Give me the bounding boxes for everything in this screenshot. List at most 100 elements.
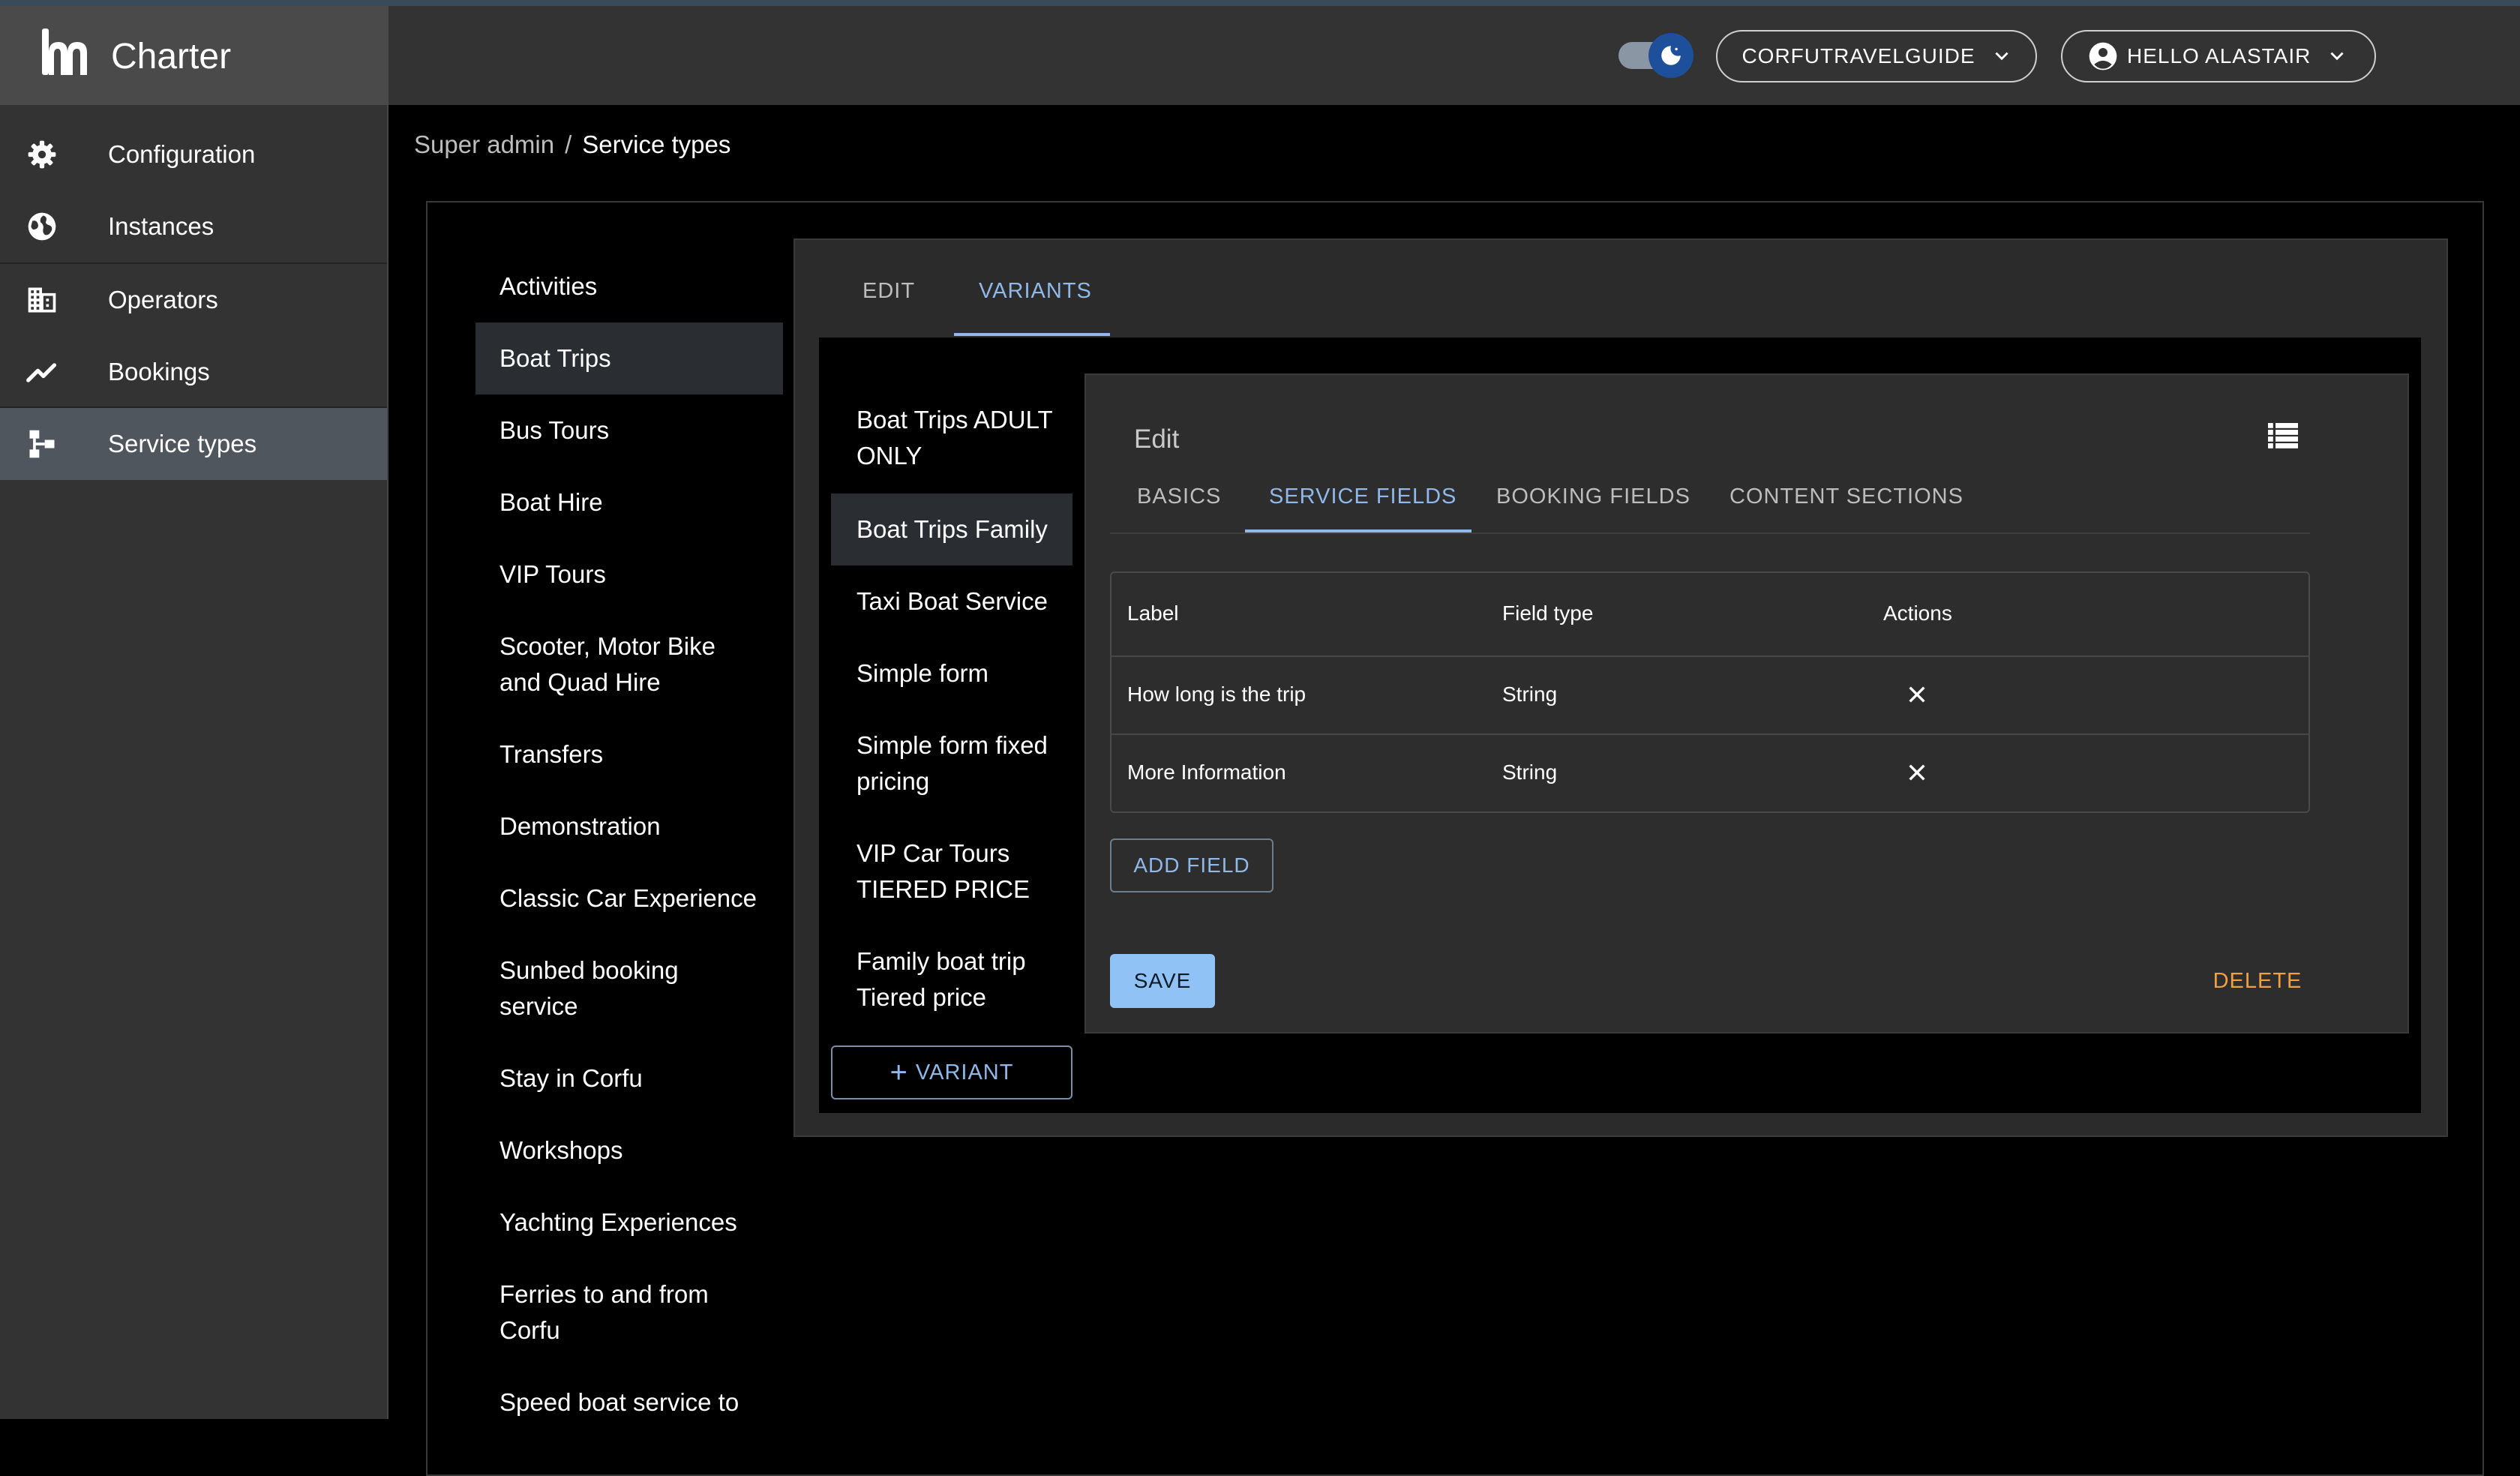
breadcrumb-current: Service types — [582, 130, 731, 158]
sidebar-item-instances[interactable]: Instances — [0, 190, 387, 262]
service-type-item[interactable]: Stay in Corfu — [476, 1060, 783, 1096]
trending-icon — [26, 363, 57, 382]
variant-item[interactable]: Family boat trip Tiered price — [831, 944, 1072, 1016]
breadcrumb-separator: / — [565, 130, 572, 158]
moon-icon — [1661, 46, 1681, 65]
service-type-item[interactable]: Boat Hire — [476, 484, 783, 520]
service-type-label: Scooter, Motor Bike and Quad Hire — [500, 632, 716, 696]
breadcrumb-parent[interactable]: Super admin — [414, 130, 554, 158]
variant-item[interactable]: Simple form fixed pricing — [831, 728, 1072, 800]
variant-item[interactable]: Simple form — [831, 656, 1072, 692]
service-type-item[interactable]: Ferries to and from Corfu — [476, 1276, 783, 1348]
variant-label: Boat Trips Family — [856, 515, 1048, 543]
charter-logo-icon — [42, 28, 87, 75]
chevron-down-icon — [1994, 52, 2008, 61]
tab-booking-fields[interactable]: BOOKING FIELDS — [1496, 484, 1690, 509]
sidebar-item-label: Operators — [108, 286, 218, 314]
tabs-divider — [1110, 532, 2310, 534]
tab-variants[interactable]: VARIANTS — [979, 279, 1092, 304]
variant-label: VIP Car Tours TIERED PRICE — [856, 839, 1030, 903]
service-type-label: Demonstration — [500, 812, 661, 840]
service-type-item[interactable]: Workshops — [476, 1132, 783, 1168]
service-type-label: VIP Tours — [500, 560, 606, 588]
breadcrumb: Super admin / Service types — [414, 130, 730, 159]
service-type-label: Stay in Corfu — [500, 1064, 643, 1092]
service-type-item[interactable]: Bus Tours — [476, 412, 783, 448]
edit-card-title: Edit — [1134, 424, 1180, 454]
service-type-label: Boat Trips — [500, 344, 611, 372]
variant-item[interactable]: Boat Trips ADULT ONLY — [831, 402, 1072, 474]
table-row-divider — [1112, 734, 2308, 735]
tab-edit[interactable]: EDIT — [862, 279, 915, 304]
list-icon[interactable] — [2268, 423, 2298, 448]
organization-select-label: CORFUTRAVELGUIDE — [1742, 44, 1976, 68]
gear-icon — [28, 140, 56, 169]
column-header-label: Label — [1127, 602, 1179, 625]
sidebar-item-operators[interactable]: Operators — [0, 264, 387, 336]
service-type-item[interactable]: Speed boat service to — [476, 1384, 783, 1419]
tab-active-indicator — [1245, 530, 1472, 532]
column-header-actions: Actions — [1883, 602, 1952, 625]
plus-icon: + — [890, 1056, 908, 1089]
service-type-item[interactable]: Transfers — [476, 736, 783, 772]
user-menu-label: HELLO ALASTAIR — [2127, 44, 2312, 68]
field-type-cell: String — [1502, 760, 1558, 784]
service-type-item[interactable]: VIP Tours — [476, 556, 783, 592]
service-type-label: Transfers — [500, 740, 604, 768]
variant-item[interactable]: Boat Trips Family — [831, 494, 1072, 566]
tab-service-fields[interactable]: SERVICE FIELDS — [1269, 484, 1456, 509]
table-row-divider — [1112, 656, 2308, 657]
building-icon — [28, 287, 56, 313]
service-type-item[interactable]: Classic Car Experience — [476, 880, 783, 916]
sidebar-item-bookings[interactable]: Bookings — [0, 336, 387, 408]
theme-toggle-knob — [1648, 33, 1694, 78]
window-top-strip — [0, 0, 2520, 6]
chevron-down-icon — [2330, 52, 2344, 61]
sidebar-item-service-types[interactable]: Service types — [0, 408, 387, 480]
variant-label: Simple form — [856, 659, 989, 687]
sidebar-item-label: Service types — [108, 430, 257, 458]
globe-icon — [28, 212, 56, 241]
service-type-item[interactable]: Scooter, Motor Bike and Quad Hire — [476, 628, 783, 700]
close-icon[interactable] — [1905, 760, 1929, 784]
variant-item[interactable]: VIP Car Tours TIERED PRICE — [831, 836, 1072, 908]
sidebar-item-label: Bookings — [108, 358, 210, 386]
service-type-label: Sunbed booking service — [500, 956, 679, 1020]
sidebar-item-configuration[interactable]: Configuration — [0, 118, 387, 190]
organization-select[interactable]: CORFUTRAVELGUIDE — [1716, 30, 2037, 82]
add-field-button[interactable]: ADD FIELD — [1110, 838, 1274, 892]
add-variant-button[interactable]: + VARIANT — [831, 1046, 1072, 1100]
account-circle-icon — [2089, 42, 2117, 70]
service-type-item[interactable]: Activities — [476, 268, 783, 304]
delete-button[interactable]: DELETE — [2198, 954, 2318, 1008]
account-tree-icon — [29, 430, 55, 458]
service-type-label: Classic Car Experience — [500, 884, 757, 912]
variant-label: Boat Trips ADULT ONLY — [856, 406, 1053, 470]
theme-toggle[interactable] — [1618, 33, 1694, 78]
field-label-cell: More Information — [1127, 760, 1286, 784]
user-menu-button[interactable]: HELLO ALASTAIR — [2061, 30, 2376, 82]
variant-item[interactable]: Taxi Boat Service — [831, 584, 1072, 620]
service-type-label: Boat Hire — [500, 488, 603, 516]
tab-basics[interactable]: BASICS — [1137, 484, 1221, 509]
save-button[interactable]: SAVE — [1110, 954, 1215, 1008]
sidebar-item-label: Instances — [108, 212, 214, 240]
service-type-item[interactable]: Yachting Experiences — [476, 1204, 783, 1240]
tab-content-sections[interactable]: CONTENT SECTIONS — [1730, 484, 1964, 509]
service-type-label: Activities — [500, 272, 598, 300]
service-type-label: Bus Tours — [500, 416, 610, 444]
app-name: Charter — [111, 37, 232, 76]
service-type-item[interactable]: Demonstration — [476, 808, 783, 844]
close-icon[interactable] — [1905, 682, 1929, 706]
field-label-cell: How long is the trip — [1127, 682, 1306, 706]
tab-active-indicator — [954, 333, 1110, 336]
brand-area: Charter — [0, 6, 388, 105]
service-type-item[interactable]: Sunbed booking service — [476, 952, 783, 1024]
add-variant-label: VARIANT — [915, 1060, 1014, 1084]
variant-label: Taxi Boat Service — [856, 587, 1048, 615]
service-type-item[interactable]: Boat Trips — [476, 322, 783, 394]
variant-label: Family boat trip Tiered price — [856, 947, 1026, 1011]
variant-label: Simple form fixed pricing — [856, 731, 1048, 795]
column-header-field-type: Field type — [1502, 602, 1594, 625]
service-type-label: Speed boat service to — [500, 1388, 740, 1416]
